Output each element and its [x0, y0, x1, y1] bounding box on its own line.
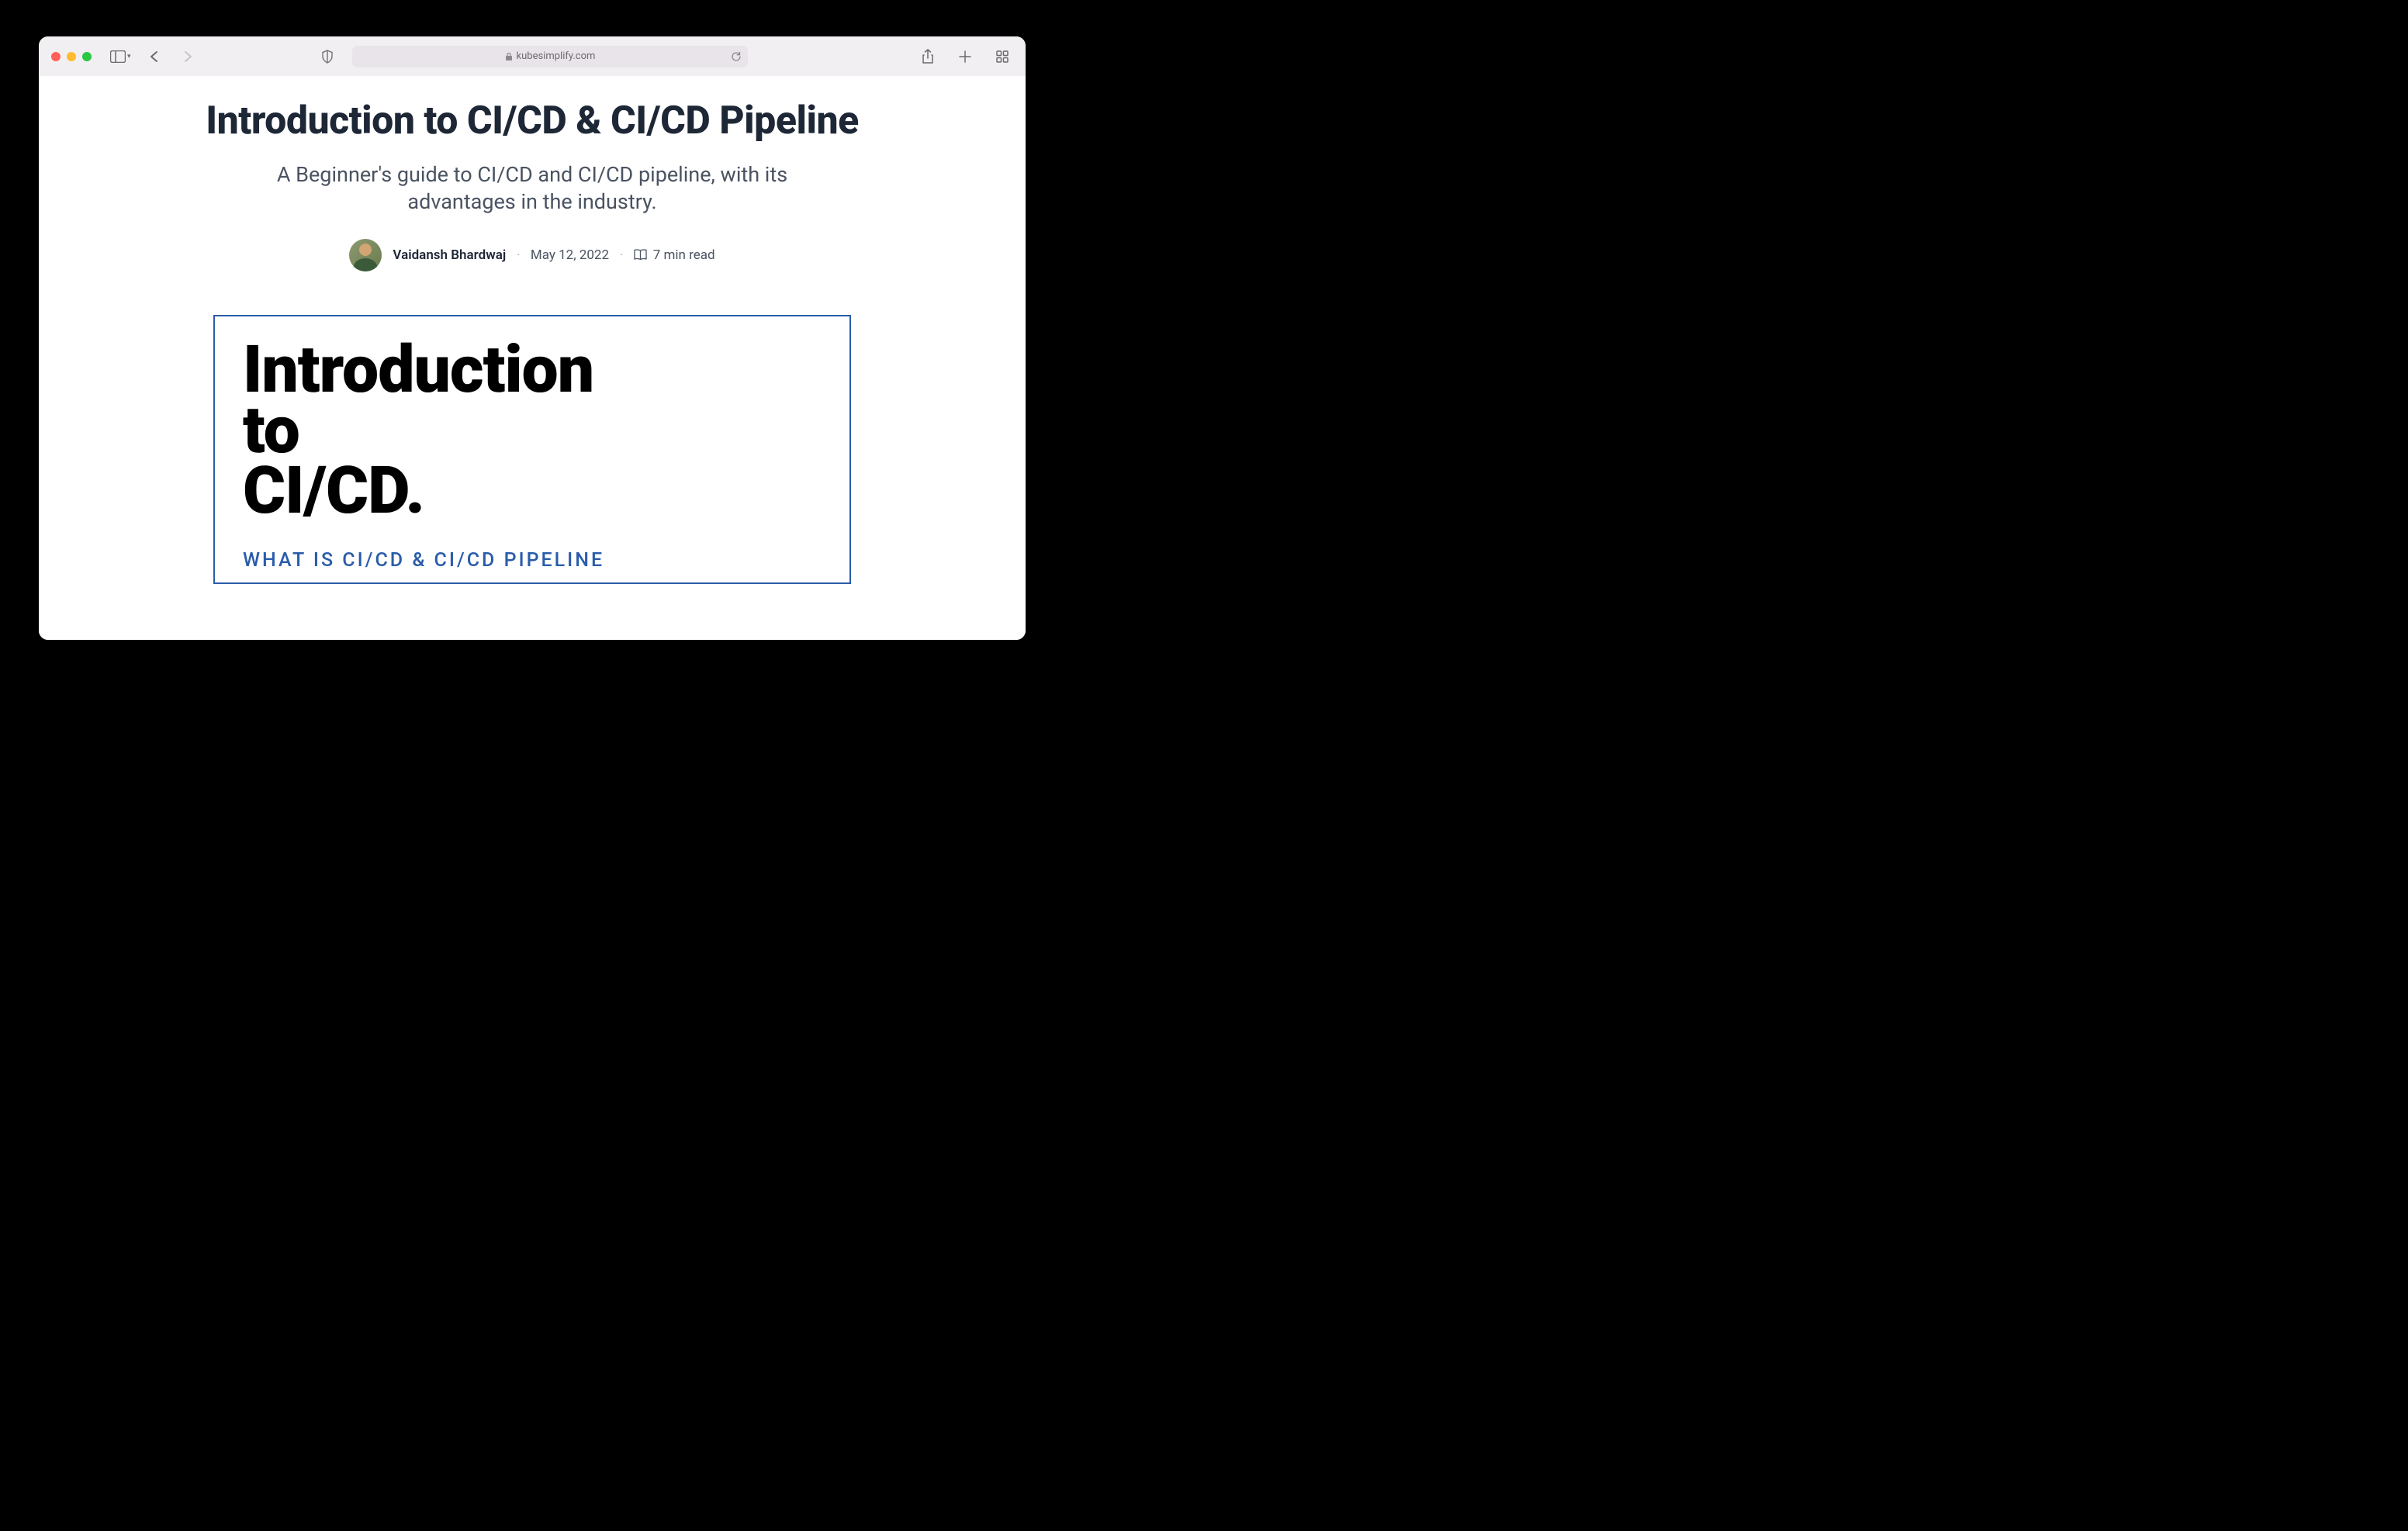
article-subtitle: A Beginner's guide to CI/CD and CI/CD pi… [261, 161, 804, 216]
toolbar-right [917, 46, 1013, 67]
url-text: kubesimplify.com [517, 50, 596, 62]
sidebar-toggle-button[interactable]: ▾ [110, 50, 131, 63]
minimize-window-button[interactable] [67, 52, 76, 61]
share-icon [922, 49, 934, 64]
hero-line-1: Introduction [243, 340, 822, 400]
hero-subtitle: WHAT IS CI/CD & CI/CD PIPELINE [243, 549, 822, 572]
browser-toolbar: ▾ [39, 36, 1026, 76]
privacy-report-button[interactable] [317, 46, 338, 67]
meta-separator: · [517, 249, 520, 261]
chevron-right-icon [183, 50, 193, 63]
forward-button[interactable] [178, 46, 199, 67]
toolbar-left: ▾ [110, 46, 199, 67]
book-icon [634, 249, 647, 261]
browser-window: ▾ [39, 36, 1026, 640]
read-time: 7 min read [634, 247, 715, 263]
chevron-left-icon [149, 50, 159, 63]
address-bar[interactable]: kubesimplify.com [352, 46, 748, 67]
author-name[interactable]: Vaidansh Bhardwaj [393, 247, 506, 263]
maximize-window-button[interactable] [82, 52, 92, 61]
hero-image: Introduction to CI/CD. WHAT IS CI/CD & C… [213, 315, 851, 584]
plus-icon [959, 50, 971, 63]
toolbar-center: kubesimplify.com [317, 46, 748, 67]
article-title: Introduction to CI/CD & CI/CD Pipeline [206, 99, 858, 144]
shield-icon [321, 50, 334, 64]
new-tab-button[interactable] [954, 46, 976, 67]
lock-icon [505, 52, 513, 61]
reload-button[interactable] [731, 50, 742, 62]
grid-icon [996, 50, 1009, 63]
chevron-down-icon: ▾ [127, 53, 131, 60]
back-button[interactable] [144, 46, 165, 67]
navigation-arrows [144, 46, 199, 67]
share-button[interactable] [917, 46, 939, 67]
window-controls [51, 52, 92, 61]
page-content[interactable]: Introduction to CI/CD & CI/CD Pipeline A… [39, 76, 1026, 640]
close-window-button[interactable] [51, 52, 61, 61]
meta-separator: · [620, 249, 623, 261]
hero-line-3: CI/CD. [243, 461, 822, 521]
publish-date: May 12, 2022 [531, 247, 609, 263]
sidebar-icon [110, 50, 126, 63]
hero-title: Introduction to CI/CD. [243, 340, 822, 521]
author-avatar[interactable] [349, 239, 382, 271]
article-meta: Vaidansh Bhardwaj · May 12, 2022 · 7 min… [349, 239, 714, 271]
tab-overview-button[interactable] [991, 46, 1013, 67]
read-time-text: 7 min read [653, 247, 715, 263]
